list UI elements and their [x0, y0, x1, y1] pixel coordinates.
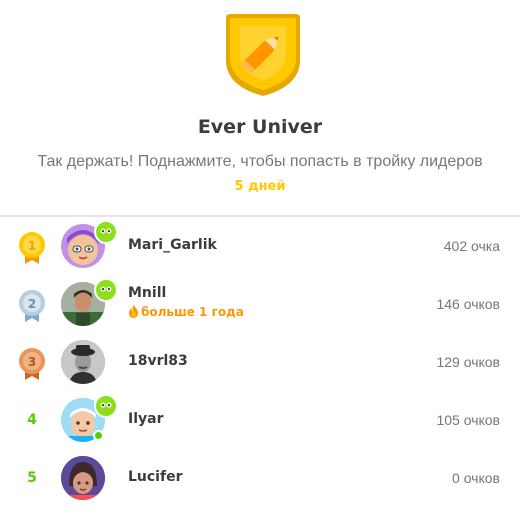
player-name: Ilyar — [128, 411, 164, 427]
league-subtitle: Так держать! Поднажмите, чтобы попасть в… — [37, 153, 483, 170]
league-header: Ever Univer Так держать! Поднажмите, что… — [0, 0, 520, 216]
rank-number: 2 — [28, 297, 36, 311]
streak-text: больше 1 года — [141, 305, 244, 319]
player-xp: 129 очков — [436, 354, 500, 370]
pencil-shield-icon — [226, 14, 300, 96]
rank-number: 5 — [27, 470, 37, 486]
leaderboard-row[interactable]: 5 Lucifer 0 очков — [0, 449, 520, 507]
player-name: Mari_Garlik — [128, 237, 217, 253]
player-name: 18vrl83 — [128, 353, 188, 369]
days-left: 5 дней — [234, 179, 286, 194]
avatar[interactable] — [61, 456, 105, 500]
rank-number: 4 — [27, 412, 37, 428]
owl-badge-icon — [94, 278, 118, 302]
league-title: Ever Univer — [197, 116, 323, 138]
player-xp: 0 очков — [452, 470, 500, 486]
streak-label: больше 1 года — [128, 305, 244, 319]
gold-medal-icon: 1 — [19, 232, 45, 264]
bronze-medal-icon: 3 — [19, 348, 45, 380]
online-indicator — [93, 430, 104, 441]
rank-number: 3 — [28, 355, 36, 369]
player-xp: 146 очков — [436, 296, 500, 312]
player-xp: 402 очка — [443, 238, 500, 254]
leaderboard-row[interactable]: 3 18vrl83 129 очков — [0, 333, 520, 391]
leaderboard-row[interactable]: 2 Mnill больше 1 года 146 очков — [0, 275, 520, 333]
leaderboard-row[interactable]: 1 Mari_Garlik 402 очка — [0, 217, 520, 275]
leaderboard-list: 1 Mari_Garlik 402 очка 2 Mnill больше 1 … — [0, 217, 520, 507]
player-xp: 105 очков — [436, 412, 500, 428]
silver-medal-icon: 2 — [19, 290, 45, 322]
flame-icon — [129, 305, 138, 318]
owl-badge-icon — [94, 220, 118, 244]
player-name: Lucifer — [128, 469, 183, 485]
leaderboard-row[interactable]: 4 Ilyar 105 очков — [0, 391, 520, 449]
avatar[interactable] — [61, 340, 105, 384]
player-name: Mnill — [128, 285, 167, 301]
owl-badge-icon — [94, 394, 118, 418]
rank-number: 1 — [28, 239, 36, 253]
